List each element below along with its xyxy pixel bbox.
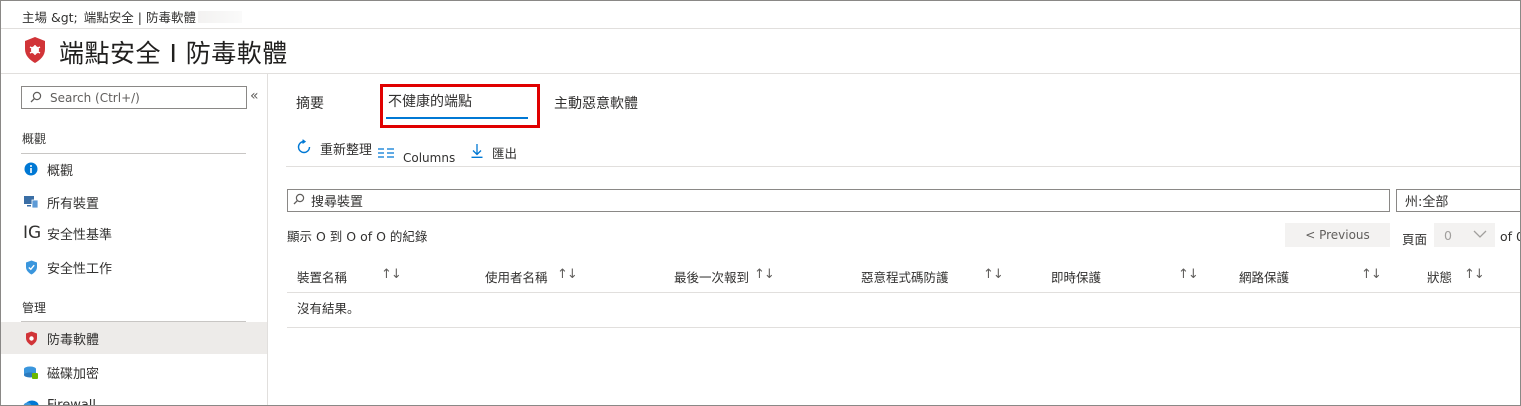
- column-header-status[interactable]: 狀態: [1427, 267, 1452, 286]
- firewall-icon: [23, 397, 39, 405]
- refresh-button[interactable]: 重新整理: [296, 139, 372, 158]
- info-icon: [23, 161, 39, 177]
- column-header-user-name[interactable]: 使用者名稱: [485, 267, 548, 286]
- sidebar-item-disk-encryption[interactable]: 磁碟加密: [1, 356, 267, 388]
- tab-summary[interactable]: 摘要: [296, 93, 324, 113]
- column-header-device-name[interactable]: 裝置名稱: [297, 267, 347, 286]
- sort-icon[interactable]: ↑↓: [1361, 267, 1382, 282]
- divider: [1, 28, 1520, 29]
- column-header-last-check-in[interactable]: 最後一次報到: [674, 267, 749, 286]
- refresh-icon: [296, 139, 312, 158]
- download-icon: [471, 144, 483, 161]
- devices-icon: [23, 194, 39, 210]
- sidebar-item-firewall[interactable]: Firewall: [1, 389, 267, 406]
- tab-active-malware[interactable]: 主動惡意軟體: [554, 93, 638, 113]
- column-header-realtime-protection[interactable]: 即時保護: [1051, 267, 1101, 286]
- sort-icon[interactable]: ↑↓: [983, 267, 1004, 282]
- breadcrumb-fade: [197, 10, 242, 23]
- sidebar-item-label: 磁碟加密: [47, 366, 100, 382]
- state-filter-value: 州:全部: [1405, 195, 1449, 210]
- sidebar-item-overview[interactable]: 概觀: [1, 153, 267, 185]
- window: 主場 &gt; 端點安全 | 防毒軟體 端點安全 I 防毒軟體 Search (…: [0, 0, 1521, 406]
- search-icon: [30, 88, 42, 107]
- divider: [286, 166, 1520, 167]
- shield-check-icon: [23, 259, 39, 275]
- sidebar-item-label: 防毒軟體: [47, 332, 100, 348]
- state-filter-dropdown[interactable]: 州:全部: [1396, 189, 1520, 212]
- collapse-sidebar-icon[interactable]: «: [250, 88, 259, 104]
- search-placeholder: Search (Ctrl+/): [50, 90, 140, 105]
- page-number-select[interactable]: 0: [1434, 223, 1495, 247]
- sort-icon[interactable]: ↑↓: [1464, 267, 1485, 282]
- empty-table-message: 沒有結果。: [297, 301, 360, 316]
- page-count: of 0: [1500, 229, 1520, 244]
- antivirus-icon: [23, 330, 39, 346]
- page-title: 端點安全 I 防毒軟體: [59, 39, 288, 68]
- sidebar-item-security-tasks[interactable]: 安全性工作: [1, 251, 267, 283]
- columns-icon: [378, 147, 394, 162]
- sort-icon[interactable]: ↑↓: [754, 267, 775, 282]
- sort-icon[interactable]: ↑↓: [1178, 267, 1199, 282]
- disk-encryption-icon: [23, 364, 39, 380]
- search-icon: [293, 193, 305, 209]
- section-label-overview: 概觀: [22, 132, 47, 146]
- antivirus-shield-icon: [23, 36, 47, 68]
- baseline-icon: IG: [23, 223, 42, 243]
- sidebar-item-antivirus[interactable]: 防毒軟體: [1, 322, 267, 354]
- column-header-network-protection[interactable]: 網路保護: [1239, 267, 1289, 286]
- sidebar-item-label: Firewall: [47, 397, 97, 406]
- columns-label: Columns: [403, 151, 456, 165]
- columns-button[interactable]: Columns: [378, 143, 455, 165]
- export-button[interactable]: 匯出: [471, 143, 517, 162]
- page-header: 端點安全 I 防毒軟體: [23, 34, 288, 70]
- refresh-label: 重新整理: [320, 143, 373, 158]
- table-bottom-divider: [287, 327, 1520, 328]
- breadcrumb-home[interactable]: 主場 &gt;: [22, 7, 78, 26]
- sidebar-item-all-devices[interactable]: 所有裝置: [1, 186, 267, 218]
- table-header-divider: [287, 292, 1520, 293]
- chevron-down-icon: [1472, 228, 1488, 243]
- export-label: 匯出: [492, 146, 518, 161]
- sidebar: Search (Ctrl+/) « 概觀 概觀 所有裝置 IG 安全性基準 安全…: [1, 74, 268, 406]
- breadcrumb: 主場 &gt; 端點安全 | 防毒軟體: [22, 7, 242, 26]
- records-summary: 顯示 O 到 O of O 的紀錄: [287, 229, 428, 244]
- sort-icon[interactable]: ↑↓: [381, 267, 402, 282]
- sidebar-item-security-baselines[interactable]: IG 安全性基準: [1, 217, 267, 249]
- sidebar-item-label: 概觀: [47, 163, 74, 179]
- page-number-value: 0: [1444, 227, 1452, 243]
- sidebar-item-label: 所有裝置: [47, 196, 100, 212]
- device-search-value: 搜尋裝置: [311, 195, 364, 210]
- previous-page-button[interactable]: < Previous: [1285, 223, 1390, 247]
- breadcrumb-current: 端點安全 | 防毒軟體: [83, 10, 196, 25]
- page-label: 頁面: [1402, 232, 1428, 247]
- sidebar-item-label: 安全性工作: [47, 261, 113, 277]
- section-label-manage: 管理: [22, 301, 47, 315]
- device-search-input[interactable]: 搜尋裝置: [287, 189, 1390, 212]
- highlight-box: [380, 84, 540, 128]
- sidebar-item-label: 安全性基準: [47, 227, 113, 243]
- sidebar-search-input[interactable]: Search (Ctrl+/): [21, 86, 247, 109]
- column-header-malware-protection[interactable]: 惡意程式碼防護: [861, 267, 949, 286]
- sort-icon[interactable]: ↑↓: [557, 267, 578, 282]
